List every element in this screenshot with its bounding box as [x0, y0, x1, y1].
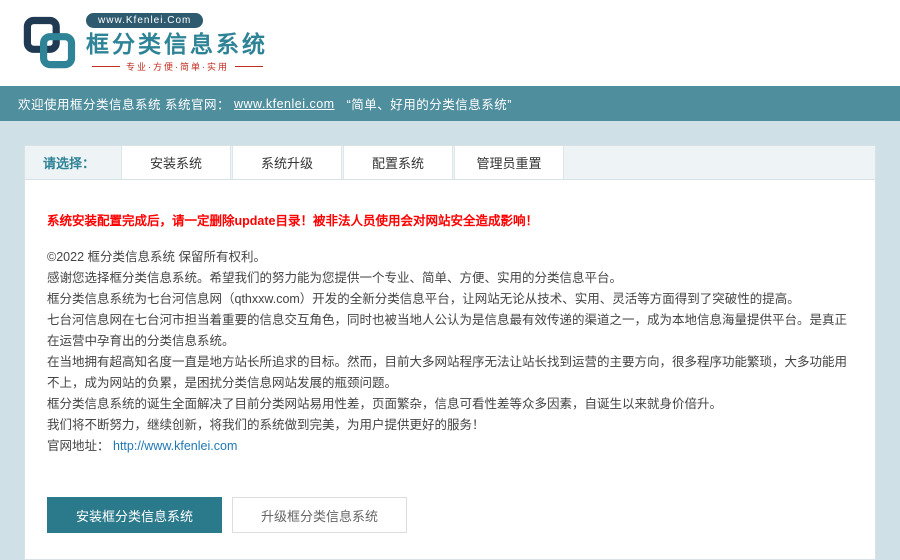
security-warning-text: 系统安装配置完成后，请一定删除update目录！被非法人员使用会对网站安全造成影… — [47, 210, 853, 229]
step-tabs: 请选择： 安装系统 系统升级 配置系统 管理员重置 — [25, 146, 875, 180]
tab-install-system[interactable]: 安装系统 — [121, 146, 231, 179]
paragraph-copyright: ©2022 框分类信息系统 保留所有权利。 — [47, 247, 853, 268]
brand-logo-icon — [22, 16, 76, 70]
installer-content: 系统安装配置完成后，请一定删除update目录！被非法人员使用会对网站安全造成影… — [25, 180, 875, 559]
official-site-url-link[interactable]: http://www.kfenlei.com — [113, 439, 237, 453]
tab-admin-reset[interactable]: 管理员重置 — [454, 146, 564, 179]
official-site-link[interactable]: www.kfenlei.com — [234, 97, 335, 111]
brand-domain-badge: www.Kfenlei.Com — [86, 13, 203, 28]
install-system-button[interactable]: 安装框分类信息系统 — [47, 497, 222, 533]
intro-paragraphs: ©2022 框分类信息系统 保留所有权利。 感谢您选择框分类信息系统。希望我们的… — [47, 247, 853, 436]
paragraph-promise: 我们将不断努力，继续创新，将我们的系统做到完美，为用户提供更好的服务！ — [47, 415, 853, 436]
tagline-text: “简单、好用的分类信息系统” — [347, 94, 512, 113]
tab-system-upgrade[interactable]: 系统升级 — [232, 146, 342, 179]
welcome-bar: 欢迎使用框分类信息系统 系统官网： www.kfenlei.com “简单、好用… — [0, 86, 900, 121]
upgrade-system-button[interactable]: 升级框分类信息系统 — [232, 497, 407, 533]
brand-slogan: 专业·方便·简单·实用 — [86, 60, 269, 73]
paragraph-developer: 框分类信息系统为七台河信息网（qthxxw.com）开发的全新分类信息平台，让网… — [47, 289, 853, 310]
site-title: 框分类信息系统 — [86, 31, 268, 57]
tab-configure-system[interactable]: 配置系统 — [343, 146, 453, 179]
brand-block: www.Kfenlei.Com 框分类信息系统 专业·方便·简单·实用 — [86, 13, 269, 73]
paragraph-thanks: 感谢您选择框分类信息系统。希望我们的努力能为您提供一个专业、简单、方便、实用的分… — [47, 268, 853, 289]
paragraph-problem: 在当地拥有超高知名度一直是地方站长所追求的目标。然而，目前大多网站程序无法让站长… — [47, 352, 853, 394]
action-buttons: 安装框分类信息系统 升级框分类信息系统 — [47, 497, 853, 533]
site-header: www.Kfenlei.Com 框分类信息系统 专业·方便·简单·实用 — [0, 0, 900, 86]
welcome-text: 欢迎使用框分类信息系统 系统官网： — [18, 94, 230, 113]
tabs-label: 请选择： — [25, 146, 121, 179]
slogan-text: 专业·方便·简单·实用 — [126, 60, 229, 73]
slogan-left-line — [92, 66, 120, 67]
slogan-right-line — [235, 66, 263, 67]
official-site-row: 官网地址： http://www.kfenlei.com — [47, 436, 853, 457]
paragraph-local-role: 七台河信息网在七台河市担当着重要的信息交互角色，同时也被当地人公认为是信息最有效… — [47, 310, 853, 352]
installer-card: 请选择： 安装系统 系统升级 配置系统 管理员重置 系统安装配置完成后，请一定删… — [24, 145, 876, 560]
paragraph-solution: 框分类信息系统的诞生全面解决了目前分类网站易用性差，页面繁杂，信息可看性差等众多… — [47, 394, 853, 415]
official-site-label: 官网地址： — [47, 439, 110, 453]
